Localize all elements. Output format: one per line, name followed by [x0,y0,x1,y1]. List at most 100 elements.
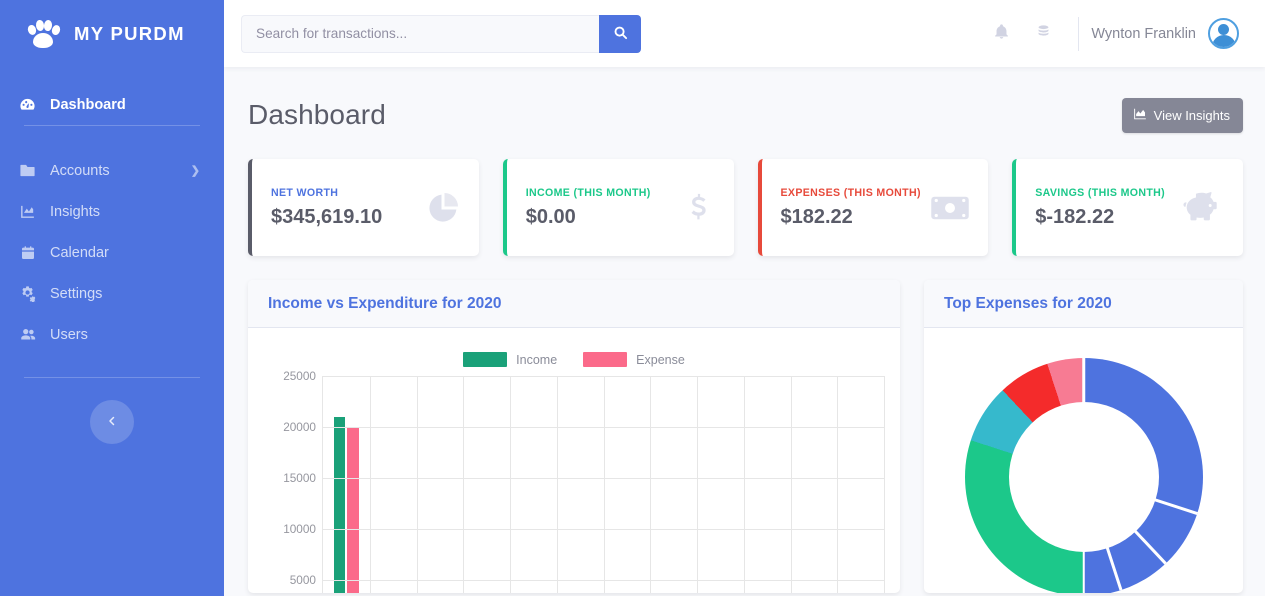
app-root: MY PURDM Dashboard Accounts ❯ Insights C… [0,0,1265,596]
stat-card-text: Net Worth $345,619.10 [271,187,425,229]
chevron-left-icon [106,414,118,430]
y-axis-tick: 5000 [289,572,316,587]
stat-card-text: Savings (This Month) $-182.22 [1035,187,1183,229]
sidebar-item-label: Dashboard [50,96,126,113]
stat-card-label: Expenses (This Month) [780,186,921,199]
piggy-bank-icon [1183,190,1225,226]
sidebar-item-label: Users [50,326,88,343]
donut-hole [1008,402,1159,552]
topbar: Wynton Franklin [224,0,1265,67]
notifications-button[interactable] [980,14,1022,54]
gridline-vertical [697,376,698,593]
view-insights-label: View Insights [1153,107,1230,123]
legend-swatch [463,352,508,367]
gears-icon [18,285,37,302]
bar-income-jan[interactable] [334,416,346,593]
pie-chart-icon [425,190,461,226]
gridline-vertical [510,376,511,593]
stat-card-income: Income (This Month) $0.00 [502,159,734,256]
top-expenses-donut-chart[interactable] [964,358,1203,593]
gridline-vertical [603,376,605,593]
income-expenditure-bar-chart[interactable]: 5000 10000 15000 20000 25000 [264,369,885,593]
gridline-vertical [369,376,371,593]
stat-card-value: $345,619.10 [271,205,383,228]
stat-card-expenses: Expenses (This Month) $182.22 [757,159,989,256]
search-button[interactable] [599,14,641,53]
stat-card-label: Income (This Month) [525,186,651,199]
panel-title: Income vs Expenditure for 2020 [268,295,502,312]
paw-print-icon [26,19,61,49]
sidebar-item-insights[interactable]: Insights [0,191,224,232]
panel-body: Income Expense 5000 10000 15000 20000 250 [248,328,900,593]
calendar-icon [18,245,37,261]
panel-body [924,328,1243,593]
gridline-vertical [463,376,465,593]
legend-item-income[interactable]: Income [463,352,557,367]
page-header: Dashboard View Insights [224,91,1265,139]
sidebar-item-users[interactable]: Users [0,314,224,355]
view-insights-button[interactable]: View Insights [1121,97,1243,133]
legend-label: Income [516,352,558,367]
search-form [241,14,641,53]
brand-logo[interactable]: MY PURDM [0,0,224,68]
panel-header: Income vs Expenditure for 2020 [248,280,900,328]
sidebar-item-settings[interactable]: Settings [0,273,224,314]
sidebar-nav-primary: Dashboard [0,68,224,125]
bar-expense-jan[interactable] [347,427,359,593]
user-menu[interactable]: Wynton Franklin [1091,18,1243,49]
dollar-sign-icon [682,191,716,225]
sidebar-item-dashboard[interactable]: Dashboard [0,84,224,125]
stat-cards: Net Worth $345,619.10 Income (This Month… [224,139,1265,256]
search-input[interactable] [241,14,599,53]
gridline-vertical [743,376,745,593]
chevron-right-icon: ❯ [190,165,200,177]
donut-wrap [940,342,1227,593]
gridline-vertical [650,376,652,593]
search-icon [613,25,628,43]
gridline-vertical [884,376,885,593]
main-area: Wynton Franklin Dashboard View Insights [224,0,1265,596]
top-expenses-panel: Top Expenses for 2020 [924,280,1243,593]
brand-name: MY PURDM [74,23,185,44]
page-content: Dashboard View Insights Net Worth $345,6… [224,67,1265,593]
avatar [1208,18,1239,49]
income-expenditure-panel: Income vs Expenditure for 2020 Income Ex… [248,280,900,593]
gridline-vertical [416,376,418,593]
stat-card-label: Net Worth [271,186,339,199]
gridline-vertical [837,376,839,593]
sidebar-item-label: Settings [50,285,103,302]
panel-title: Top Expenses for 2020 [944,295,1112,312]
page-title: Dashboard [248,99,386,130]
stat-card-value: $-182.22 [1035,205,1115,228]
bar-chart-plot-area [322,376,885,593]
sidebar-item-label: Insights [50,203,100,220]
legend-item-expense[interactable]: Expense [583,352,685,367]
sidebar-item-accounts[interactable]: Accounts ❯ [0,150,224,191]
stat-card-text: Expenses (This Month) $182.22 [781,187,931,229]
folder-icon [18,162,37,179]
sidebar: MY PURDM Dashboard Accounts ❯ Insights C… [0,0,224,596]
tachometer-icon [18,96,37,113]
sidebar-collapse-button[interactable] [90,400,134,444]
gridline-vertical [790,376,792,593]
y-axis-tick: 15000 [283,470,316,485]
chart-area-icon [18,203,37,220]
sidebar-item-label: Calendar [50,244,109,261]
user-name: Wynton Franklin [1091,25,1196,42]
bell-icon [993,23,1010,45]
users-icon [18,326,37,344]
stat-card-value: $182.22 [780,205,853,228]
legend-swatch [583,352,628,367]
sidebar-item-calendar[interactable]: Calendar [0,232,224,273]
transactions-button[interactable] [1022,14,1064,54]
stat-card-label: Savings (This Month) [1035,186,1166,199]
topbar-divider [1078,16,1080,51]
bar-chart-legend: Income Expense [264,342,884,376]
gridline-vertical [556,376,558,593]
legend-label: Expense [636,352,685,367]
chart-panels: Income vs Expenditure for 2020 Income Ex… [224,256,1265,593]
money-bill-icon [930,188,970,228]
stat-card-text: Income (This Month) $0.00 [526,187,682,229]
sidebar-collapse-wrap [0,400,224,444]
y-axis-tick: 20000 [283,419,316,434]
